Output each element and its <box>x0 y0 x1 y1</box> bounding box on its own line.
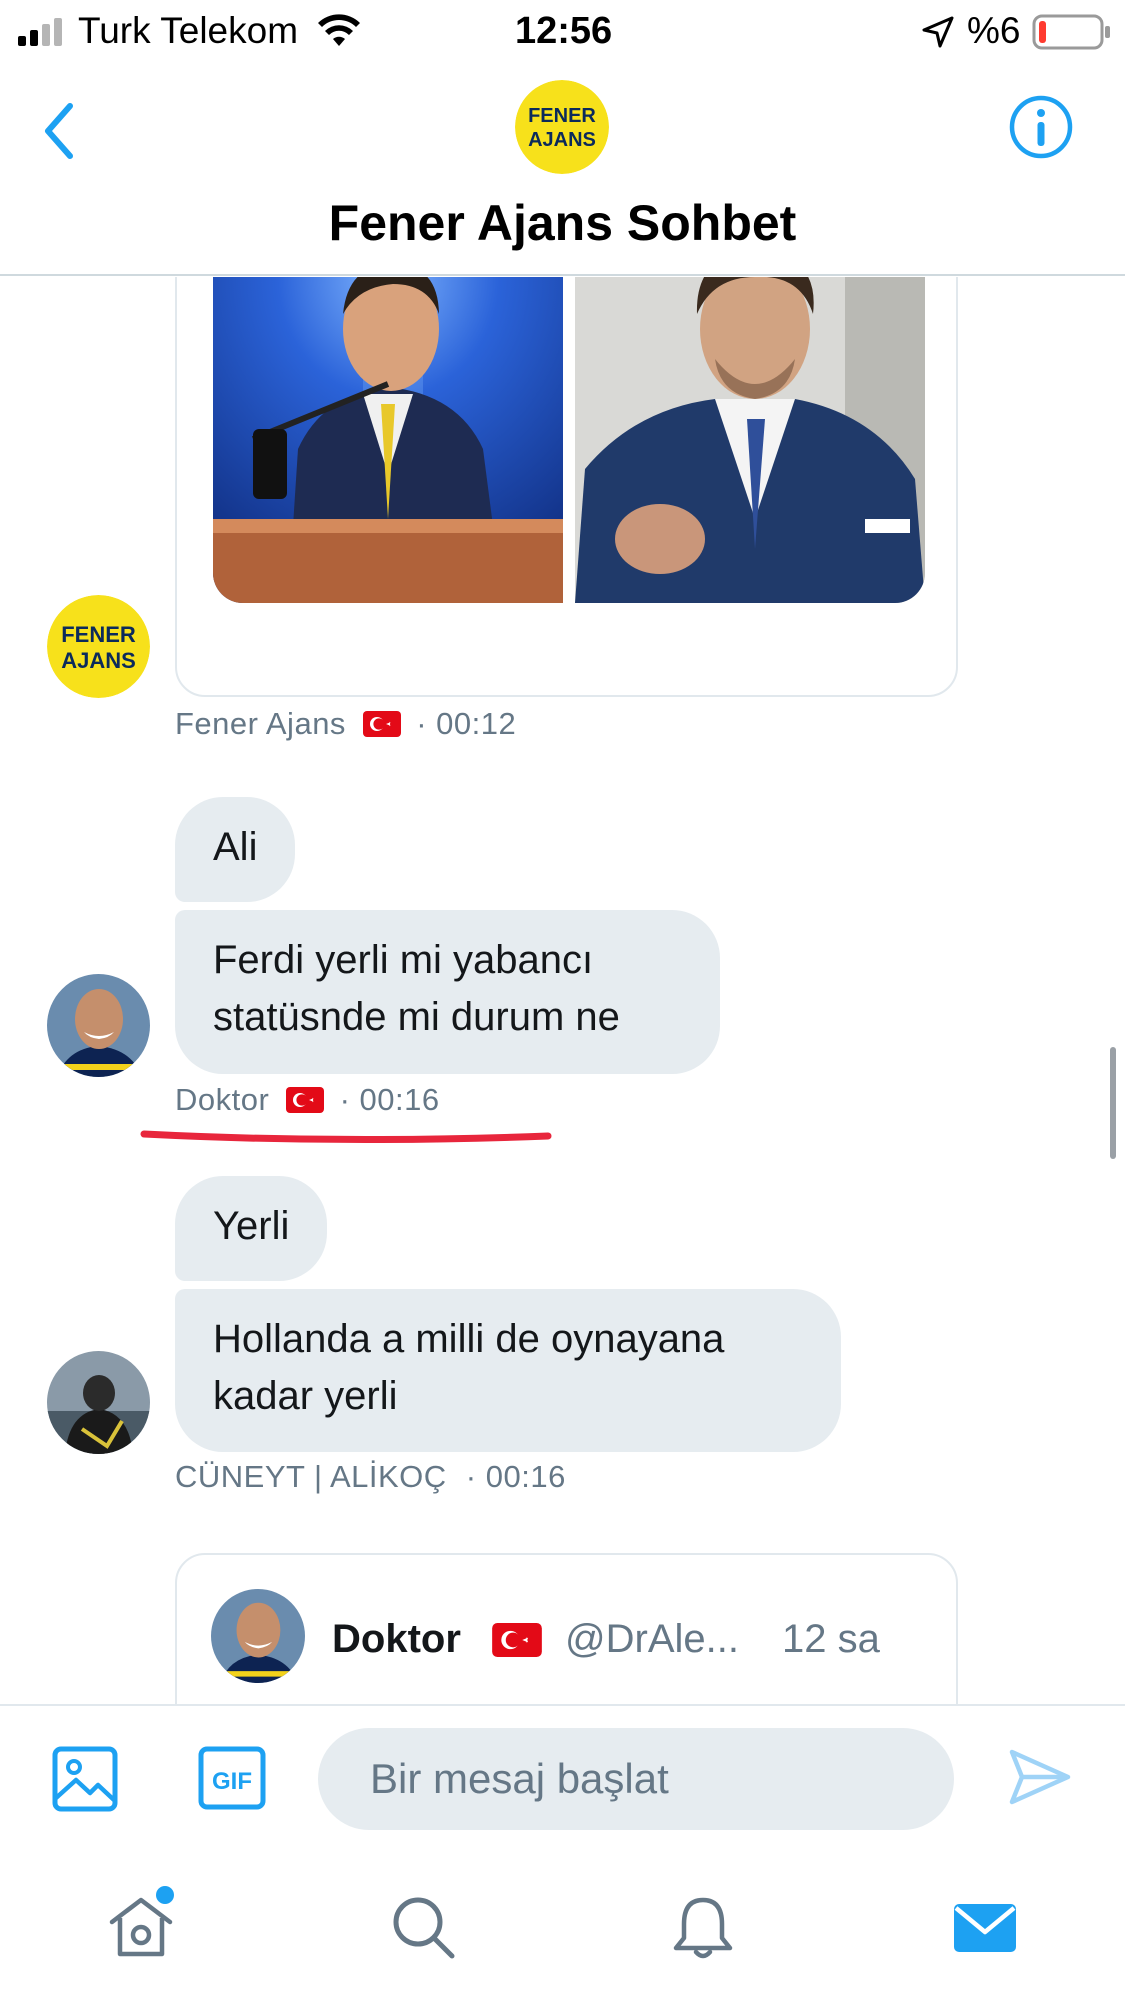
battery-percentage: %6 <box>967 10 1021 51</box>
quoted-tweet-time: 12 sa <box>782 1617 880 1661</box>
bell-icon[interactable] <box>668 1892 738 1962</box>
message-text-line: statüsnde mi durum ne <box>213 995 620 1039</box>
send-icon[interactable] <box>1008 1746 1072 1808</box>
svg-text:FENER: FENER <box>61 622 136 647</box>
scrollbar[interactable] <box>1110 1047 1116 1159</box>
message-bubble[interactable]: Ali <box>175 797 296 902</box>
status-bar: Turk Telekom 12:56 %6 <box>0 0 1125 64</box>
home-notification-dot <box>156 1886 174 1904</box>
message-composer: GIF <box>0 1704 1125 1842</box>
sender-name: CÜNEYT | ALİKOÇ <box>175 1459 447 1494</box>
message-time: · 00:16 <box>339 1082 440 1117</box>
media-message[interactable] <box>175 277 958 697</box>
quoted-tweet-card[interactable]: Doktor @DrAle... 12 sa <box>175 1553 958 1704</box>
message-bubble[interactable]: Ferdi yerli mi yabancı statüsnde mi duru… <box>175 910 720 1074</box>
photo-man-in-suit <box>575 277 925 603</box>
avatar-fener-ajans[interactable]: FENER AJANS <box>47 595 150 698</box>
carrier-name: Turk Telekom <box>78 10 299 51</box>
search-icon[interactable] <box>388 1892 458 1962</box>
wifi-icon <box>318 14 360 46</box>
message-text: Yerli <box>213 1204 290 1248</box>
turkey-flag-icon <box>363 710 402 737</box>
svg-text:FENER: FENER <box>528 105 596 127</box>
message-meta: Fener Ajans · 00:12 <box>175 706 516 742</box>
sender-name: Fener Ajans <box>175 706 346 741</box>
battery-icon <box>1032 14 1110 50</box>
info-icon[interactable] <box>1008 94 1074 160</box>
image-icon[interactable] <box>52 1746 118 1812</box>
envelope-icon[interactable] <box>950 1892 1020 1962</box>
cellular-signal-icon <box>18 18 62 46</box>
message-time: · 00:12 <box>416 706 517 741</box>
message-meta: CÜNEYT | ALİKOÇ · 00:16 <box>175 1459 566 1495</box>
turkey-flag-icon <box>492 1623 542 1657</box>
quoted-tweet-name[interactable]: Doktor <box>332 1617 461 1662</box>
svg-text:AJANS: AJANS <box>528 129 596 151</box>
message-input[interactable] <box>318 1728 954 1830</box>
message-text-line: Hollanda a milli de oynayana <box>213 1317 725 1361</box>
sender-name: Doktor <box>175 1082 270 1117</box>
gif-icon[interactable]: GIF <box>198 1746 266 1810</box>
message-time: · 00:16 <box>465 1459 566 1494</box>
conversation-header: FENER AJANS Fener Ajans Sohbet <box>0 64 1125 276</box>
photo-speaker-at-podium <box>213 277 563 603</box>
svg-text:AJANS: AJANS <box>61 648 136 673</box>
conversation-title: Fener Ajans Sohbet <box>328 195 797 251</box>
message-text: Ali <box>213 825 258 869</box>
location-arrow-icon <box>922 16 954 48</box>
message-bubble[interactable]: Yerli <box>175 1176 328 1281</box>
message-meta: Doktor · 00:16 <box>175 1082 440 1118</box>
bottom-tab-bar <box>0 1842 1125 2001</box>
message-list[interactable]: FENER AJANS Fener Ajans · 00:12 Ali Ferd… <box>0 277 1125 1704</box>
message-text-line: kadar yerli <box>213 1374 398 1418</box>
chevron-left-icon[interactable] <box>38 98 78 164</box>
svg-text:GIF: GIF <box>212 1768 252 1795</box>
message-photo-1[interactable] <box>213 277 563 603</box>
message-bubble[interactable]: Hollanda a milli de oynayana kadar yerli <box>175 1289 841 1452</box>
avatar-cuneyt[interactable] <box>47 1351 150 1454</box>
message-photo-2[interactable] <box>575 277 925 603</box>
red-underline-annotation <box>140 1130 552 1144</box>
turkey-flag-icon <box>286 1086 325 1113</box>
group-avatar[interactable]: FENER AJANS <box>515 80 609 174</box>
clock: 12:56 <box>515 10 613 52</box>
message-text-line: Ferdi yerli mi yabancı <box>213 938 594 982</box>
quoted-tweet-avatar[interactable] <box>211 1589 305 1683</box>
quoted-tweet-handle[interactable]: @DrAle... <box>565 1617 739 1662</box>
avatar-doktor[interactable] <box>47 974 150 1077</box>
